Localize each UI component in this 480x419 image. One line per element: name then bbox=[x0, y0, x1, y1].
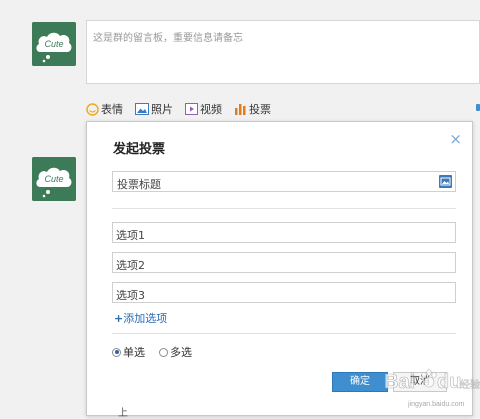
vote-dialog: 发起投票 × 投票标题 选项1 选项2 选项3 +添加选项 单选 多选 确定 取… bbox=[86, 121, 473, 416]
poll-title-placeholder: 投票标题 bbox=[117, 178, 161, 191]
video-label: 视频 bbox=[200, 103, 222, 116]
composer-toolbar: 表情 照片 视频 投票 bbox=[86, 100, 271, 118]
emoji-label: 表情 bbox=[101, 103, 123, 116]
vote-button[interactable]: 投票 bbox=[234, 101, 271, 117]
photo-button[interactable]: 照片 bbox=[135, 101, 173, 117]
image-icon bbox=[440, 177, 451, 186]
avatar[interactable]: Cute bbox=[32, 22, 76, 66]
video-button[interactable]: 视频 bbox=[185, 101, 222, 117]
radio-unchecked-icon bbox=[159, 347, 168, 357]
option-input-1[interactable]: 选项1 bbox=[112, 222, 456, 243]
multiple-choice-radio[interactable]: 多选 bbox=[159, 344, 192, 360]
insert-image-button[interactable] bbox=[439, 175, 452, 188]
photo-label: 照片 bbox=[151, 103, 173, 116]
plus-icon: + bbox=[114, 312, 124, 325]
avatar-text: Cute bbox=[44, 39, 63, 49]
cloud-avatar-icon: Cute bbox=[32, 22, 76, 66]
option-placeholder: 选项3 bbox=[116, 289, 145, 302]
option-input-2[interactable]: 选项2 bbox=[112, 252, 456, 273]
add-option-link[interactable]: +添加选项 bbox=[114, 310, 167, 326]
radio-checked-icon bbox=[112, 347, 121, 357]
poll-title-input[interactable]: 投票标题 bbox=[112, 171, 456, 192]
option-placeholder: 选项2 bbox=[116, 259, 145, 272]
dialog-title: 发起投票 bbox=[113, 142, 166, 157]
divider bbox=[112, 208, 456, 209]
cloud-avatar-icon: Cute bbox=[32, 157, 76, 201]
photo-icon bbox=[135, 103, 149, 115]
vote-icon bbox=[235, 104, 246, 115]
smiley-icon bbox=[86, 102, 99, 116]
scroll-edge-marker bbox=[476, 104, 480, 111]
single-choice-label: 单选 bbox=[123, 346, 145, 359]
avatar-text: Cute bbox=[44, 174, 63, 184]
confirm-button[interactable]: 确定 bbox=[332, 372, 388, 392]
avatar[interactable]: Cute bbox=[32, 157, 76, 201]
multiple-choice-label: 多选 bbox=[170, 346, 192, 359]
close-icon[interactable]: × bbox=[449, 132, 462, 147]
add-option-label: 添加选项 bbox=[123, 312, 168, 325]
single-choice-radio[interactable]: 单选 bbox=[112, 344, 145, 360]
partial-glyph: 上 bbox=[118, 408, 128, 419]
option-placeholder: 选项1 bbox=[116, 229, 145, 242]
video-icon bbox=[185, 103, 198, 115]
divider bbox=[112, 333, 456, 334]
vote-mode-group: 单选 多选 bbox=[112, 344, 192, 360]
vote-label: 投票 bbox=[249, 103, 271, 116]
emoji-button[interactable]: 表情 bbox=[86, 101, 123, 117]
message-input[interactable]: 这是群的留言板，重要信息请备忘 bbox=[86, 20, 480, 84]
option-input-3[interactable]: 选项3 bbox=[112, 282, 456, 303]
cancel-button[interactable]: 取消 bbox=[393, 372, 447, 392]
message-placeholder: 这是群的留言板，重要信息请备忘 bbox=[93, 33, 243, 44]
